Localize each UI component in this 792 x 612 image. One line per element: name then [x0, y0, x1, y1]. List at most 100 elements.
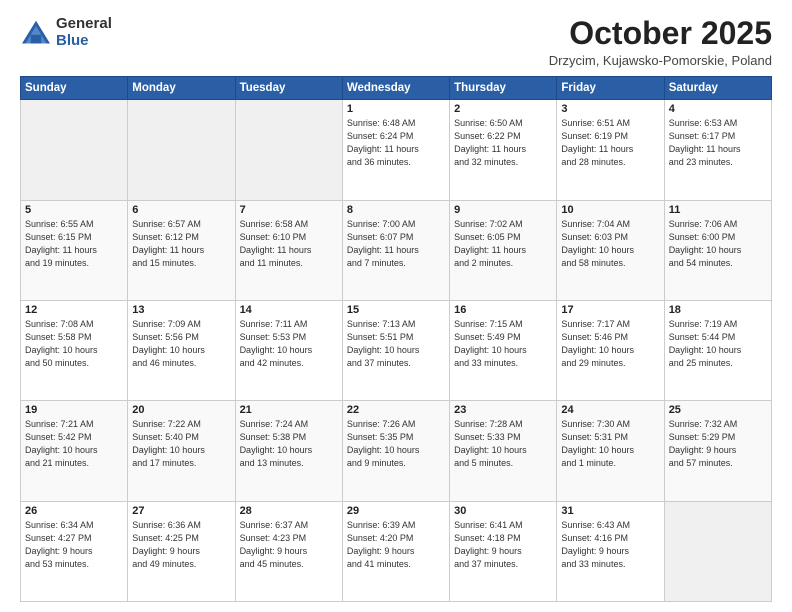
page: General Blue October 2025 Drzycim, Kujaw… — [0, 0, 792, 612]
calendar-cell: 3 Sunrise: 6:51 AMSunset: 6:19 PMDaylight… — [557, 100, 664, 200]
calendar-cell: 22Sunrise: 7:26 AMSunset: 5:35 PMDayligh… — [342, 401, 449, 501]
day-number: 12 — [25, 304, 123, 316]
month-title: October 2025 — [549, 16, 772, 51]
calendar-table: Sunday Monday Tuesday Wednesday Thursday… — [20, 76, 772, 602]
day-info: Sunrise: 7:21 AMSunset: 5:42 PMDaylight:… — [25, 418, 123, 470]
day-number: 13 — [132, 304, 230, 316]
logo-text: General Blue — [56, 16, 112, 49]
day-info: Sunrise: 6:50 AMSunset: 6:22 PMDaylight:… — [454, 117, 552, 169]
day-info: Sunrise: 6:41 AMSunset: 4:18 PMDaylight:… — [454, 519, 552, 571]
day-number: 15 — [347, 304, 445, 316]
calendar-week-2: 5 Sunrise: 6:55 AMSunset: 6:15 PMDaylight… — [21, 200, 772, 300]
calendar-cell: 16 Sunrise: 7:15 AMSunset: 5:49 PMDayligh… — [450, 300, 557, 400]
calendar-cell: 1 Sunrise: 6:48 AMSunset: 6:24 PMDaylight… — [342, 100, 449, 200]
day-info: Sunrise: 7:00 AMSunset: 6:07 PMDaylight:… — [347, 218, 445, 270]
calendar-cell: 14 Sunrise: 7:11 AMSunset: 5:53 PMDayligh… — [235, 300, 342, 400]
day-number: 2 — [454, 103, 552, 115]
calendar-cell: 5 Sunrise: 6:55 AMSunset: 6:15 PMDaylight… — [21, 200, 128, 300]
calendar-cell: 7Sunrise: 6:58 AMSunset: 6:10 PMDaylight… — [235, 200, 342, 300]
calendar-cell — [128, 100, 235, 200]
day-info: Sunrise: 6:43 AMSunset: 4:16 PMDaylight:… — [561, 519, 659, 571]
calendar-header-row: Sunday Monday Tuesday Wednesday Thursday… — [21, 77, 772, 100]
day-info: Sunrise: 6:58 AMSunset: 6:10 PMDaylight:… — [240, 218, 338, 270]
calendar-cell: 29Sunrise: 6:39 AMSunset: 4:20 PMDayligh… — [342, 501, 449, 601]
day-info: Sunrise: 6:39 AMSunset: 4:20 PMDaylight:… — [347, 519, 445, 571]
logo: General Blue — [20, 16, 112, 49]
day-number: 10 — [561, 204, 659, 216]
calendar-cell: 12Sunrise: 7:08 AMSunset: 5:58 PMDayligh… — [21, 300, 128, 400]
day-number: 9 — [454, 204, 552, 216]
calendar-cell: 20Sunrise: 7:22 AMSunset: 5:40 PMDayligh… — [128, 401, 235, 501]
calendar-cell: 28 Sunrise: 6:37 AMSunset: 4:23 PMDayligh… — [235, 501, 342, 601]
day-info: Sunrise: 6:48 AMSunset: 6:24 PMDaylight:… — [347, 117, 445, 169]
day-info: Sunrise: 7:02 AMSunset: 6:05 PMDaylight:… — [454, 218, 552, 270]
calendar-week-1: 1 Sunrise: 6:48 AMSunset: 6:24 PMDaylight… — [21, 100, 772, 200]
calendar-week-4: 19 Sunrise: 7:21 AMSunset: 5:42 PMDayligh… — [21, 401, 772, 501]
calendar-cell: 19 Sunrise: 7:21 AMSunset: 5:42 PMDayligh… — [21, 401, 128, 501]
calendar-cell: 8 Sunrise: 7:00 AMSunset: 6:07 PMDaylight… — [342, 200, 449, 300]
day-number: 1 — [347, 103, 445, 115]
calendar-cell: 18 Sunrise: 7:19 AMSunset: 5:44 PMDayligh… — [664, 300, 771, 400]
col-wednesday: Wednesday — [342, 77, 449, 100]
day-info: Sunrise: 6:51 AMSunset: 6:19 PMDaylight:… — [561, 117, 659, 169]
day-number: 19 — [25, 404, 123, 416]
day-info: Sunrise: 7:15 AMSunset: 5:49 PMDaylight:… — [454, 318, 552, 370]
location-subtitle: Drzycim, Kujawsko-Pomorskie, Poland — [549, 53, 772, 68]
calendar-week-5: 26Sunrise: 6:34 AMSunset: 4:27 PMDayligh… — [21, 501, 772, 601]
col-friday: Friday — [557, 77, 664, 100]
day-info: Sunrise: 7:17 AMSunset: 5:46 PMDaylight:… — [561, 318, 659, 370]
day-info: Sunrise: 6:34 AMSunset: 4:27 PMDaylight:… — [25, 519, 123, 571]
day-number: 14 — [240, 304, 338, 316]
day-info: Sunrise: 7:13 AMSunset: 5:51 PMDaylight:… — [347, 318, 445, 370]
header: General Blue October 2025 Drzycim, Kujaw… — [20, 16, 772, 68]
calendar-cell: 31 Sunrise: 6:43 AMSunset: 4:16 PMDayligh… — [557, 501, 664, 601]
title-block: October 2025 Drzycim, Kujawsko-Pomorskie… — [549, 16, 772, 68]
calendar-cell — [21, 100, 128, 200]
day-info: Sunrise: 7:04 AMSunset: 6:03 PMDaylight:… — [561, 218, 659, 270]
day-info: Sunrise: 7:11 AMSunset: 5:53 PMDaylight:… — [240, 318, 338, 370]
calendar-cell: 10 Sunrise: 7:04 AMSunset: 6:03 PMDayligh… — [557, 200, 664, 300]
calendar-cell: 13 Sunrise: 7:09 AMSunset: 5:56 PMDayligh… — [128, 300, 235, 400]
day-info: Sunrise: 7:26 AMSunset: 5:35 PMDaylight:… — [347, 418, 445, 470]
calendar-cell — [235, 100, 342, 200]
day-info: Sunrise: 7:24 AMSunset: 5:38 PMDaylight:… — [240, 418, 338, 470]
day-number: 31 — [561, 505, 659, 517]
day-number: 8 — [347, 204, 445, 216]
col-thursday: Thursday — [450, 77, 557, 100]
day-number: 25 — [669, 404, 767, 416]
day-info: Sunrise: 6:37 AMSunset: 4:23 PMDaylight:… — [240, 519, 338, 571]
day-number: 4 — [669, 103, 767, 115]
calendar-cell: 6 Sunrise: 6:57 AMSunset: 6:12 PMDaylight… — [128, 200, 235, 300]
day-info: Sunrise: 7:32 AMSunset: 5:29 PMDaylight:… — [669, 418, 767, 470]
calendar-cell: 15 Sunrise: 7:13 AMSunset: 5:51 PMDayligh… — [342, 300, 449, 400]
day-info: Sunrise: 7:19 AMSunset: 5:44 PMDaylight:… — [669, 318, 767, 370]
day-number: 3 — [561, 103, 659, 115]
day-info: Sunrise: 7:06 AMSunset: 6:00 PMDaylight:… — [669, 218, 767, 270]
day-number: 18 — [669, 304, 767, 316]
day-number: 6 — [132, 204, 230, 216]
day-info: Sunrise: 6:57 AMSunset: 6:12 PMDaylight:… — [132, 218, 230, 270]
day-info: Sunrise: 7:09 AMSunset: 5:56 PMDaylight:… — [132, 318, 230, 370]
col-monday: Monday — [128, 77, 235, 100]
day-number: 20 — [132, 404, 230, 416]
day-number: 23 — [454, 404, 552, 416]
calendar-cell: 17 Sunrise: 7:17 AMSunset: 5:46 PMDayligh… — [557, 300, 664, 400]
day-number: 28 — [240, 505, 338, 517]
day-number: 17 — [561, 304, 659, 316]
col-sunday: Sunday — [21, 77, 128, 100]
day-info: Sunrise: 6:55 AMSunset: 6:15 PMDaylight:… — [25, 218, 123, 270]
calendar-cell: 23Sunrise: 7:28 AMSunset: 5:33 PMDayligh… — [450, 401, 557, 501]
logo-general: General — [56, 16, 112, 33]
col-tuesday: Tuesday — [235, 77, 342, 100]
day-number: 21 — [240, 404, 338, 416]
calendar-cell — [664, 501, 771, 601]
logo-icon — [20, 19, 52, 47]
day-number: 16 — [454, 304, 552, 316]
calendar-cell: 11 Sunrise: 7:06 AMSunset: 6:00 PMDayligh… — [664, 200, 771, 300]
calendar-cell: 9 Sunrise: 7:02 AMSunset: 6:05 PMDaylight… — [450, 200, 557, 300]
day-number: 11 — [669, 204, 767, 216]
calendar-week-3: 12Sunrise: 7:08 AMSunset: 5:58 PMDayligh… — [21, 300, 772, 400]
day-number: 5 — [25, 204, 123, 216]
calendar-cell: 27Sunrise: 6:36 AMSunset: 4:25 PMDayligh… — [128, 501, 235, 601]
day-number: 24 — [561, 404, 659, 416]
